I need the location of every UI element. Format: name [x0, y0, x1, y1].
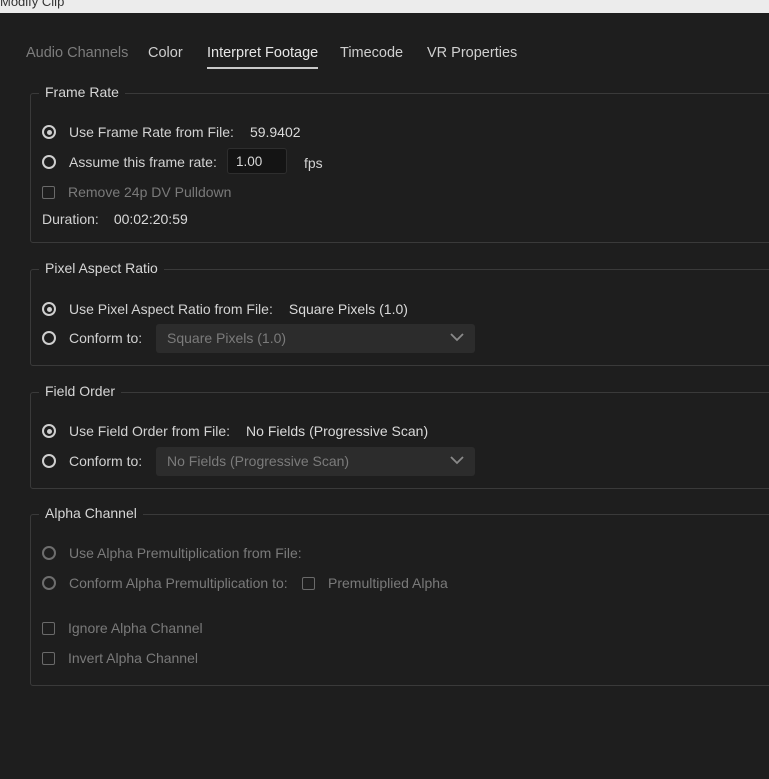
ignore-alpha-checkbox[interactable] — [42, 621, 55, 635]
duration-row: Duration: 00:02:20:59 — [42, 209, 188, 229]
frame-rate-assume-label: Assume this frame rate: — [69, 154, 217, 170]
duration-value: 00:02:20:59 — [113, 211, 188, 227]
field-order-from-file-label: Use Field Order from File: — [69, 423, 231, 439]
frame-rate-from-file-radio[interactable] — [42, 125, 56, 139]
par-conform-option[interactable]: Conform to: — [42, 328, 142, 348]
invert-alpha-checkbox[interactable] — [42, 651, 55, 665]
invert-alpha-label: Invert Alpha Channel — [68, 650, 198, 666]
field-order-group: Field Order Use Field Order from File: N… — [30, 383, 769, 489]
invert-alpha-option[interactable]: Invert Alpha Channel — [42, 648, 198, 668]
alpha-conform-radio[interactable] — [42, 576, 56, 590]
alpha-channel-legend: Alpha Channel — [39, 505, 143, 521]
premultiplied-alpha-checkbox[interactable] — [302, 576, 315, 590]
alpha-from-file-label: Use Alpha Premultiplication from File: — [69, 545, 302, 561]
premultiplied-alpha-label: Premultiplied Alpha — [328, 575, 448, 591]
frame-rate-from-file-option[interactable]: Use Frame Rate from File: 59.9402 — [42, 122, 301, 142]
alpha-from-file-radio[interactable] — [42, 546, 56, 560]
tab-timecode[interactable]: Timecode — [340, 45, 403, 61]
frame-rate-assume-option[interactable]: Assume this frame rate: — [42, 152, 217, 172]
field-order-legend: Field Order — [39, 383, 122, 399]
field-order-conform-radio[interactable] — [42, 454, 56, 468]
remove-pulldown-label: Remove 24p DV Pulldown — [68, 184, 232, 200]
field-order-conform-option[interactable]: Conform to: — [42, 451, 142, 471]
pixel-aspect-ratio-group: Pixel Aspect Ratio Use Pixel Aspect Rati… — [30, 260, 769, 366]
par-from-file-radio[interactable] — [42, 302, 56, 316]
par-conform-select-value: Square Pixels (1.0) — [167, 330, 287, 346]
field-order-file-value: No Fields (Progressive Scan) — [246, 423, 429, 439]
field-order-conform-select-value: No Fields (Progressive Scan) — [167, 453, 350, 469]
field-order-from-file-option[interactable]: Use Field Order from File: No Fields (Pr… — [42, 421, 428, 441]
window-title: Modify Clip — [0, 0, 65, 9]
tab-audio-channels[interactable]: Audio Channels — [26, 45, 128, 61]
par-conform-radio[interactable] — [42, 331, 56, 345]
par-from-file-label: Use Pixel Aspect Ratio from File: — [69, 301, 273, 317]
frame-rate-legend: Frame Rate — [39, 84, 125, 100]
alpha-channel-group: Alpha Channel Use Alpha Premultiplicatio… — [30, 505, 769, 686]
alpha-conform-label: Conform Alpha Premultiplication to: — [69, 575, 288, 591]
field-order-conform-label: Conform to: — [69, 453, 143, 469]
alpha-conform-option[interactable]: Conform Alpha Premultiplication to: — [42, 573, 288, 593]
window-titlebar: Modify Clip — [0, 0, 769, 13]
alpha-from-file-option[interactable]: Use Alpha Premultiplication from File: — [42, 543, 302, 563]
tab-vr-properties[interactable]: VR Properties — [427, 45, 517, 61]
premultiplied-alpha-option[interactable]: Premultiplied Alpha — [302, 573, 448, 593]
par-file-value: Square Pixels (1.0) — [288, 301, 408, 317]
tab-bar: Audio Channels Color Interpret Footage T… — [0, 13, 769, 73]
fps-label: fps — [304, 155, 323, 171]
frame-rate-input[interactable] — [227, 148, 287, 174]
chevron-down-icon — [450, 333, 464, 342]
tab-color[interactable]: Color — [148, 45, 183, 61]
field-order-from-file-radio[interactable] — [42, 424, 56, 438]
frame-rate-group: Frame Rate Use Frame Rate from File: 59.… — [30, 84, 769, 243]
par-from-file-option[interactable]: Use Pixel Aspect Ratio from File: Square… — [42, 299, 408, 319]
tab-interpret-footage[interactable]: Interpret Footage — [207, 45, 319, 69]
remove-pulldown-checkbox[interactable] — [42, 185, 55, 199]
frame-rate-file-value: 59.9402 — [249, 124, 301, 140]
chevron-down-icon — [450, 456, 464, 465]
ignore-alpha-label: Ignore Alpha Channel — [68, 620, 203, 636]
frame-rate-assume-radio[interactable] — [42, 155, 56, 169]
pixel-aspect-ratio-legend: Pixel Aspect Ratio — [39, 260, 164, 276]
ignore-alpha-option[interactable]: Ignore Alpha Channel — [42, 618, 203, 638]
par-conform-label: Conform to: — [69, 330, 143, 346]
remove-pulldown-option[interactable]: Remove 24p DV Pulldown — [42, 182, 231, 202]
field-order-conform-select[interactable]: No Fields (Progressive Scan) — [156, 447, 475, 476]
par-conform-select[interactable]: Square Pixels (1.0) — [156, 324, 475, 353]
frame-rate-from-file-label: Use Frame Rate from File: — [69, 124, 234, 140]
duration-label: Duration: — [42, 211, 99, 227]
